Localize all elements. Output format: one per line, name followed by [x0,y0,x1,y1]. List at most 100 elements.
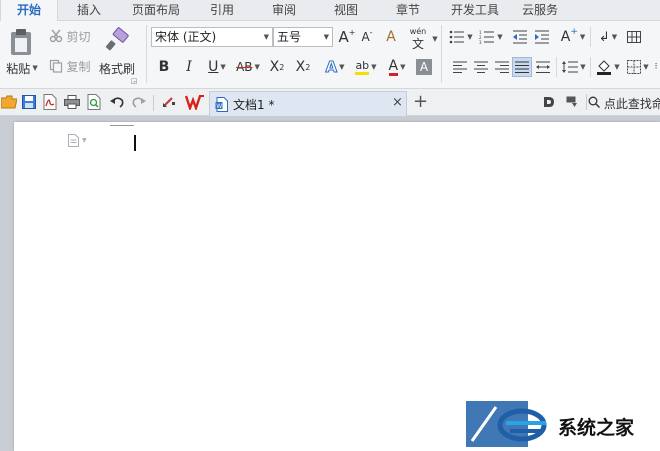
redo-icon [132,97,146,108]
bold-button[interactable]: B [155,57,173,77]
svg-text:W: W [216,103,222,110]
clear-format-button[interactable]: A [381,27,401,47]
format-painter-button[interactable] [100,25,134,55]
char-shading-button[interactable]: A [416,59,432,75]
paragraph-mark-button[interactable]: ↲ ▼ [595,27,621,47]
open-folder-button[interactable] [0,93,18,111]
strikethrough-icon: AB [236,60,253,74]
indent-icon [535,30,549,44]
align-justify-icon [515,61,529,73]
print-preview-button[interactable] [85,93,103,111]
chevron-down-icon[interactable]: ▼ [430,35,438,43]
bullets-button[interactable]: ▼ [448,29,474,45]
phonetic-guide-button[interactable]: wén 文 [405,23,431,53]
justify-button[interactable] [512,57,532,77]
plus-icon: + [570,27,578,37]
page-icon [68,134,79,147]
border-icon [627,60,642,74]
watermark-text: 系统之家 [558,417,635,439]
align-center-button[interactable] [473,59,489,75]
tab-review[interactable]: 审阅 [258,0,310,21]
align-right-button[interactable] [494,59,510,75]
tab-references[interactable]: 引用 [196,0,248,21]
distribute-icon [536,61,550,73]
tab-home[interactable]: 开始 [0,0,58,21]
copy-label: 复制 [66,59,91,74]
paste-label[interactable]: 粘贴 [6,60,30,77]
group-divider [590,27,591,47]
paste-label-wrap: 粘贴 ▼ [2,59,42,77]
superscript-base: X [269,59,280,75]
text-case-icon: A [560,29,571,45]
search-icon [588,96,600,111]
print-button[interactable] [63,93,81,111]
redo-button[interactable] [130,93,148,111]
italic-button[interactable]: I [180,57,198,77]
text-effect-button[interactable]: A ▼ [321,57,349,77]
copy-icon [50,59,63,73]
line-spacing-button[interactable]: ▼ [561,59,587,75]
paragraph-options-button[interactable]: ▼ [68,134,87,147]
printer-icon [64,95,80,109]
close-icon[interactable]: × [392,95,403,110]
paste-button[interactable] [4,25,38,59]
wps-w-icon [185,95,204,110]
copy-button[interactable]: 复制 [46,57,94,75]
quick-access-toolbar: W 文档1 * × + 点此查找命 [0,89,660,116]
undo-button[interactable] [108,93,126,111]
distributed-align-button[interactable] [535,59,551,75]
chevron-down-icon[interactable]: ▼ [32,64,37,72]
font-color-button[interactable]: A ▼ [383,57,411,77]
collapse-ribbon-button[interactable] [563,93,581,111]
strikethrough-button[interactable]: AB ▼ [233,57,263,77]
document-tab[interactable]: W 文档1 * × [209,91,407,116]
tab-developer[interactable]: 开发工具 [444,0,506,21]
ribbon-home: 粘贴 ▼ 剪切 复制 格式刷 ◲ 宋体 (正文) ▼ 五号 ▼ A + A - … [0,21,660,89]
customize-toolbar-button[interactable] [160,93,178,111]
highlighter-icon: ab [355,59,370,75]
document-icon: W [215,97,228,112]
numbering-button[interactable]: 1 2 3 ▼ [478,29,504,45]
d-shape-icon [544,97,554,107]
shading-button[interactable]: ▼ [595,57,621,77]
tab-section[interactable]: 章节 [382,0,434,21]
tab-insert[interactable]: 插入 [62,0,116,21]
align-center-icon [474,61,488,73]
new-tab-button[interactable]: + [413,90,428,114]
document-mode-button[interactable] [540,93,558,111]
superscript-button[interactable]: X2 [266,57,288,77]
align-left-button[interactable] [452,59,468,75]
group-divider [556,57,557,77]
group-divider [590,57,591,77]
format-painter-label-wrap: 格式刷 [96,59,138,77]
change-case-button[interactable]: A + ▼ [558,27,588,47]
grow-font-button[interactable]: A + [338,27,356,47]
decrease-indent-button[interactable] [511,29,529,45]
tab-view[interactable]: 视图 [320,0,372,21]
tab-cloud-service[interactable]: 云服务 [512,0,568,21]
underline-button[interactable]: U ▼ [203,57,231,77]
shrink-font-button[interactable]: A- [358,27,376,47]
highlight-button[interactable]: ab ▼ [352,57,380,77]
grow-font-icon: A [338,28,349,46]
format-painter-label[interactable]: 格式刷 [99,60,135,77]
save-button[interactable] [20,93,38,111]
borders-button[interactable]: ▼ [625,57,651,77]
subscript-base: X [295,59,306,75]
more-icon[interactable]: ⁝ [652,61,660,73]
floppy-icon [22,95,36,109]
cut-button[interactable]: 剪切 [46,27,94,45]
table-button[interactable] [625,27,643,47]
export-pdf-button[interactable] [41,93,59,111]
font-size-select[interactable]: 五号 ▼ [273,27,333,47]
font-name-select[interactable]: 宋体 (正文) ▼ [151,27,273,47]
dialog-launcher-icon[interactable]: ◲ [130,77,138,85]
print-preview-icon [87,94,101,110]
pin-icon [566,96,577,107]
increase-indent-button[interactable] [533,29,551,45]
wps-logo-icon[interactable] [184,93,206,111]
subscript-button[interactable]: X2 [292,57,314,77]
line-spacing-icon [562,61,579,73]
tab-page-layout[interactable]: 页面布局 [120,0,192,21]
command-search[interactable]: 点此查找命 [588,95,660,112]
